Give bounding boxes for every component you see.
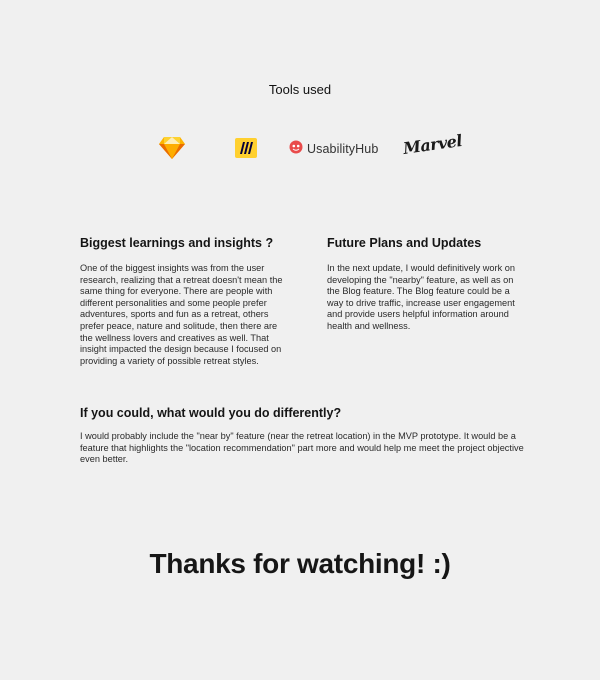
usabilityhub-logo: UsabilityHub — [289, 140, 378, 157]
learnings-heading: Biggest learnings and insights ? — [80, 236, 274, 250]
usabilityhub-label: UsabilityHub — [307, 141, 379, 156]
future-body: In the next update, I would definitively… — [327, 263, 515, 331]
closing-title: Thanks for watching! :) — [149, 548, 451, 579]
future-heading: Future Plans and Updates — [327, 236, 482, 250]
tools-used-title: Tools used — [268, 82, 332, 97]
differently-heading: If you could, what would you do differen… — [80, 406, 342, 420]
miro-icon — [235, 138, 257, 158]
differently-body: I would probably include the "near by" f… — [80, 431, 524, 465]
sketch-icon — [158, 136, 186, 160]
marvel-logo: Marvel — [401, 130, 464, 159]
tools-logos: UsabilityHub Marvel — [0, 130, 600, 164]
usabilityhub-icon — [289, 140, 303, 157]
learnings-body: One of the biggest insights was from the… — [80, 263, 283, 366]
